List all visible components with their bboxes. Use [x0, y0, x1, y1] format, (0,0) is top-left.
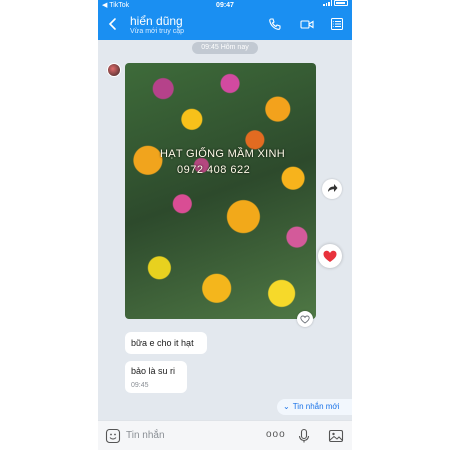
status-bar: ◀ TikTok 09:47	[98, 0, 352, 11]
chat-header: ◀ TikTok 09:47 hiển dũng Vừa mới truy cậ…	[98, 0, 352, 40]
contact-name[interactable]: hiển dũng	[130, 14, 183, 28]
message-time: 09:45	[131, 382, 149, 389]
chevron-left-icon[interactable]	[106, 17, 120, 31]
video-camera-icon[interactable]	[300, 17, 314, 31]
new-messages-label: Tin nhắn mới	[292, 402, 340, 411]
image-watermark-title: HẠT GIỐNG MẦM XINH	[160, 148, 285, 160]
phone-icon[interactable]	[268, 17, 282, 31]
chat-screen: ◀ TikTok 09:47 hiển dũng Vừa mới truy cậ…	[98, 0, 352, 450]
message-bubble[interactable]: bữa e cho it hạt	[125, 332, 207, 354]
signal-icon	[323, 0, 332, 6]
list-menu-icon[interactable]	[330, 17, 344, 31]
share-arrow-icon[interactable]	[322, 179, 342, 199]
message-input[interactable]: Tin nhắn	[126, 430, 165, 441]
flower-photo-message[interactable]: HẠT GIỐNG MẦM XINH 0972 408 622	[125, 63, 316, 319]
message-text: bữa e cho it hạt	[131, 338, 194, 348]
message-bubble[interactable]: bảo là su ri 09:45	[125, 361, 187, 393]
status-indicators	[323, 0, 348, 6]
image-gallery-icon[interactable]	[328, 428, 344, 444]
date-separator: 09:45 Hôm nay	[192, 42, 258, 54]
microphone-icon[interactable]	[296, 428, 312, 444]
message-input-bar: Tin nhắn ooo	[98, 420, 352, 450]
contact-status: Vừa mới truy cập	[130, 28, 185, 35]
new-messages-button[interactable]: ⌄ Tin nhắn mới	[277, 399, 352, 415]
heart-reaction-icon[interactable]	[318, 244, 342, 268]
emoji-sticker-icon[interactable]	[105, 428, 121, 444]
image-watermark-phone: 0972 408 622	[177, 164, 251, 176]
like-heart-outline-icon[interactable]	[297, 311, 313, 327]
message-text: bảo là su ri	[131, 366, 176, 376]
status-time: 09:47	[216, 2, 234, 9]
more-options-icon[interactable]: ooo	[266, 429, 286, 440]
battery-icon	[334, 0, 348, 6]
avatar[interactable]	[107, 63, 121, 77]
double-chevron-down-icon: ⌄	[283, 402, 290, 411]
